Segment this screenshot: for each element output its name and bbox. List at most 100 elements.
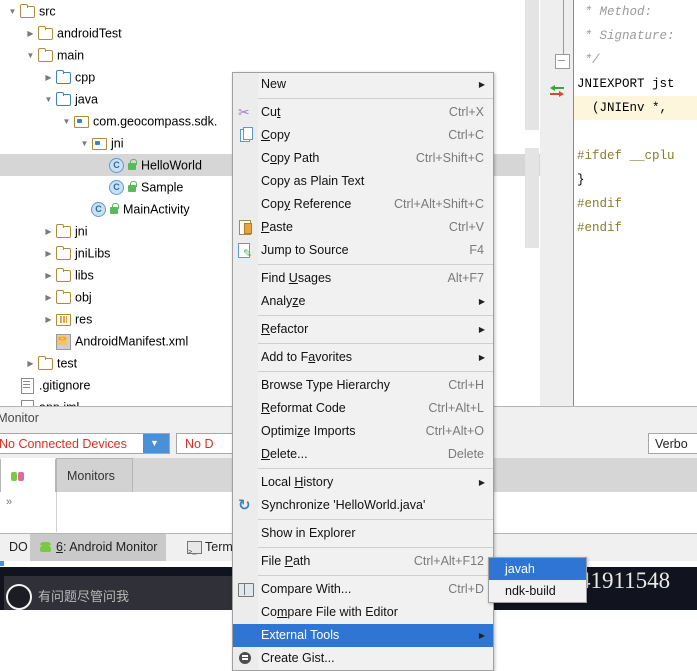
- menu-item-local-history[interactable]: Local History ▶: [233, 471, 493, 494]
- menu-item-shortcut: F4: [469, 243, 484, 257]
- chevron-right-icon[interactable]: [42, 265, 55, 287]
- logcat-icon: [11, 471, 25, 483]
- menu-item-file-path[interactable]: File Path Ctrl+Alt+F12: [233, 550, 493, 573]
- menu-item-copy-as-plain-text[interactable]: Copy as Plain Text: [233, 170, 493, 193]
- menu-item-copy-path[interactable]: Copy Path Ctrl+Shift+C: [233, 147, 493, 170]
- code-line: #endif: [574, 216, 697, 240]
- menu-separator: [233, 264, 493, 265]
- menu-item-compare-file-with-editor[interactable]: Compare File with Editor: [233, 601, 493, 624]
- chevron-down-icon[interactable]: [78, 133, 91, 155]
- menu-item-shortcut: Alt+F7: [447, 271, 484, 285]
- tree-item-label: jniLibs: [75, 246, 111, 261]
- menu-item-label: Compare File with Editor: [261, 605, 398, 619]
- chevron-right-icon[interactable]: [24, 353, 37, 375]
- paste-icon: [236, 219, 254, 236]
- tree-item[interactable]: androidTest: [0, 22, 540, 44]
- tree-item[interactable]: src: [0, 0, 540, 22]
- chevron-down-icon[interactable]: [6, 1, 19, 23]
- menu-item-shortcut: Ctrl+C: [448, 128, 484, 142]
- editor-gutter[interactable]: [540, 0, 574, 406]
- menu-item-shortcut: Ctrl+Alt+Shift+C: [394, 197, 484, 211]
- editor-scrollbar-thumb-lower[interactable]: [525, 148, 539, 248]
- tree-item-label: libs: [75, 268, 94, 283]
- chevron-down-icon[interactable]: [60, 111, 73, 133]
- menu-item-paste[interactable]: Paste Ctrl+V: [233, 216, 493, 239]
- menu-separator: [233, 315, 493, 316]
- code-line-text: #endif: [577, 221, 623, 235]
- terminal-icon: [187, 540, 202, 567]
- menu-item-jump-to-source[interactable]: Jump to Source F4: [233, 239, 493, 266]
- chevron-right-icon[interactable]: [42, 309, 55, 331]
- menu-item-show-in-explorer[interactable]: Show in Explorer: [233, 522, 493, 545]
- menu-item-add-to-favorites[interactable]: Add to Favorites ▶: [233, 346, 493, 369]
- tree-item-label: test: [57, 356, 78, 371]
- expand-chevron-icon[interactable]: »: [6, 496, 12, 508]
- chevron-down-icon[interactable]: [143, 434, 169, 453]
- menu-item-find-usages[interactable]: Find Usages Alt+F7: [233, 267, 493, 290]
- tree-item-label: res: [75, 312, 93, 327]
- menu-item-browse-type-hierarchy[interactable]: Browse Type Hierarchy Ctrl+H: [233, 374, 493, 397]
- menu-item-analyze[interactable]: Analyze ▶: [233, 290, 493, 313]
- editor-code[interactable]: * Method: * Signature: */ JNIEXPORT jst (…: [574, 0, 697, 406]
- editor-scrollbar-thumb-upper[interactable]: [525, 0, 539, 130]
- code-line-text: #endif: [577, 197, 623, 211]
- menu-item-create-gist[interactable]: Create Gist...: [233, 647, 493, 670]
- tab-monitors-label: Monitors: [67, 469, 115, 483]
- submenu-item-ndk-build[interactable]: ndk-build: [489, 580, 586, 602]
- menu-item-label: Add to Favorites: [261, 350, 353, 364]
- chevron-right-icon[interactable]: [42, 243, 55, 265]
- submenu-item-javah[interactable]: javah: [489, 558, 586, 580]
- menu-item-cut[interactable]: Cut Ctrl+X: [233, 101, 493, 124]
- implementation-arrows-icon[interactable]: [548, 83, 566, 99]
- menu-item-shortcut: Ctrl+Shift+C: [415, 151, 484, 165]
- chevron-down-icon[interactable]: [24, 45, 37, 67]
- tree-item-label: MainActivity: [123, 202, 190, 217]
- log-level-selector[interactable]: Verbo: [648, 433, 697, 454]
- menu-item-synchronize-helloworld-java[interactable]: Synchronize 'HelloWorld.java': [233, 494, 493, 517]
- menu-item-label: Refactor: [261, 322, 309, 336]
- jump-to-source-icon: [236, 242, 254, 266]
- menu-item-copy-reference[interactable]: Copy Reference Ctrl+Alt+Shift+C: [233, 193, 493, 216]
- external-tools-submenu[interactable]: javah ndk-build: [488, 557, 587, 603]
- menu-item-reformat-code[interactable]: Reformat Code Ctrl+Alt+L: [233, 397, 493, 420]
- menu-item-shortcut: Ctrl+H: [448, 378, 484, 392]
- menu-item-shortcut: Ctrl+X: [448, 105, 484, 119]
- menu-item-compare-with[interactable]: Compare With... Ctrl+D: [233, 578, 493, 601]
- folder-icon: [55, 290, 72, 304]
- folder-icon: [37, 356, 54, 370]
- tree-item-label: cpp: [75, 70, 96, 85]
- context-menu[interactable]: New ▶ Cut Ctrl+X Copy Ctrl+C Copy Path Ctrl+Shi…: [232, 72, 494, 671]
- pkg-icon: [73, 114, 90, 128]
- device-selector[interactable]: No Connected Devices: [0, 433, 170, 454]
- class-icon: [109, 158, 124, 173]
- chevron-down-icon[interactable]: [42, 89, 55, 111]
- avatar: [6, 584, 32, 610]
- menu-item-shortcut: Ctrl+Alt+F12: [413, 554, 484, 568]
- menu-item-external-tools[interactable]: External Tools ▶: [233, 624, 493, 647]
- menu-item-shortcut: Ctrl+D: [448, 582, 484, 596]
- code-line: * Signature:: [574, 24, 697, 48]
- tab-monitors[interactable]: Monitors →ⁿ: [56, 458, 133, 517]
- editor-pane[interactable]: * Method: * Signature: */ JNIEXPORT jst (…: [540, 0, 697, 406]
- menu-item-new[interactable]: New ▶: [233, 73, 493, 96]
- menu-item-label: Copy Reference: [261, 197, 352, 211]
- menu-item-shortcut: Ctrl+Alt+O: [425, 424, 484, 438]
- gist-icon: [236, 650, 254, 667]
- tab-logcat[interactable]: logcat: [0, 458, 56, 518]
- code-line: #ifdef __cplu: [574, 144, 697, 168]
- chevron-right-icon[interactable]: [42, 67, 55, 89]
- tree-item[interactable]: main: [0, 44, 540, 66]
- menu-item-copy[interactable]: Copy Ctrl+C: [233, 124, 493, 147]
- status-marker: [0, 561, 4, 566]
- menu-item-optimize-imports[interactable]: Optimize Imports Ctrl+Alt+O: [233, 420, 493, 443]
- chevron-right-icon[interactable]: [24, 23, 37, 45]
- tool-tab-android-monitor[interactable]: 6: Android Monitor: [30, 534, 167, 561]
- menu-item-delete[interactable]: Delete... Delete: [233, 443, 493, 466]
- tree-item-label: HelloWorld: [141, 158, 202, 173]
- folder-icon: [55, 268, 72, 282]
- code-fold-toggle-icon[interactable]: [555, 54, 570, 69]
- menu-item-refactor[interactable]: Refactor ▶: [233, 318, 493, 341]
- lock-icon: [127, 159, 138, 172]
- chevron-right-icon[interactable]: [42, 221, 55, 243]
- chevron-right-icon[interactable]: [42, 287, 55, 309]
